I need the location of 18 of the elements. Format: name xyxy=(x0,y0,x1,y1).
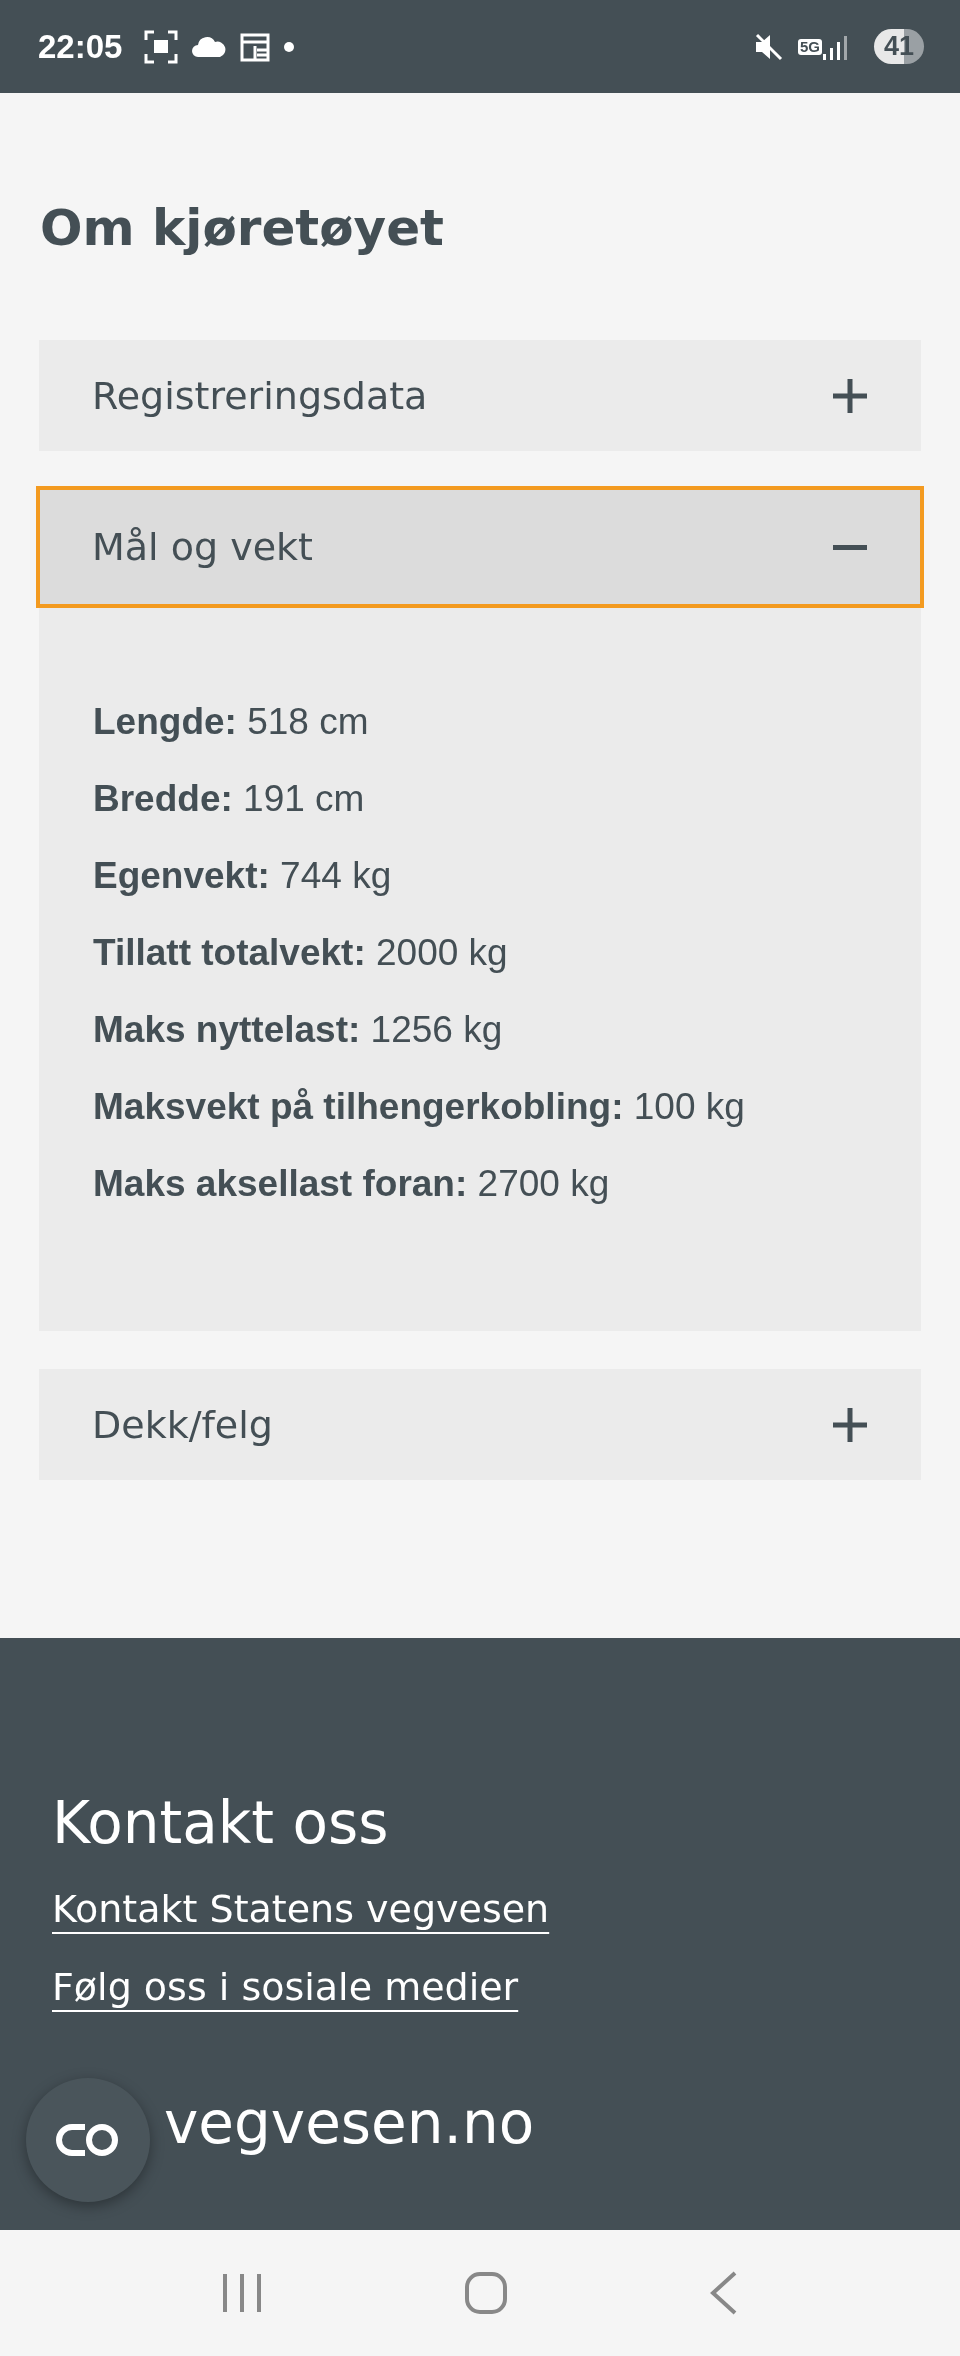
spec-line: Maksvekt på tilhengerkobling: 100 kg xyxy=(93,1085,746,1129)
footer-link[interactable]: Kontakt Statens vegvesen xyxy=(52,1870,550,1948)
spec-line: Bredde: 191 cm xyxy=(93,777,366,821)
battery-indicator: 41 xyxy=(873,29,924,64)
footer-heading: Kontakt oss xyxy=(52,1788,390,1858)
accordion-header[interactable]: Dekk/felg xyxy=(39,1369,921,1480)
spec-line: Tillatt totalvekt: 2000 kg xyxy=(93,931,509,975)
clock: 22:05 xyxy=(38,27,123,66)
spec-line: Egenvekt: 744 kg xyxy=(93,854,393,898)
footer-heading: vegvesen.no xyxy=(164,2088,536,2158)
spec-line: Lengde: 518 cm xyxy=(93,700,370,744)
spec-line: Maks aksellast foran: 2700 kg xyxy=(93,1162,611,1206)
accordion-header[interactable]: Registreringsdata xyxy=(39,340,921,451)
spec-line: Maks nyttelast: 1256 kg xyxy=(93,1008,504,1052)
network-badge: 5G xyxy=(797,38,822,55)
accordion-header[interactable]: Mål og vekt xyxy=(39,489,921,605)
footer-link[interactable]: Følg oss i sosiale medier xyxy=(52,1948,519,2026)
page-title: Om kjøretøyet xyxy=(40,198,445,258)
